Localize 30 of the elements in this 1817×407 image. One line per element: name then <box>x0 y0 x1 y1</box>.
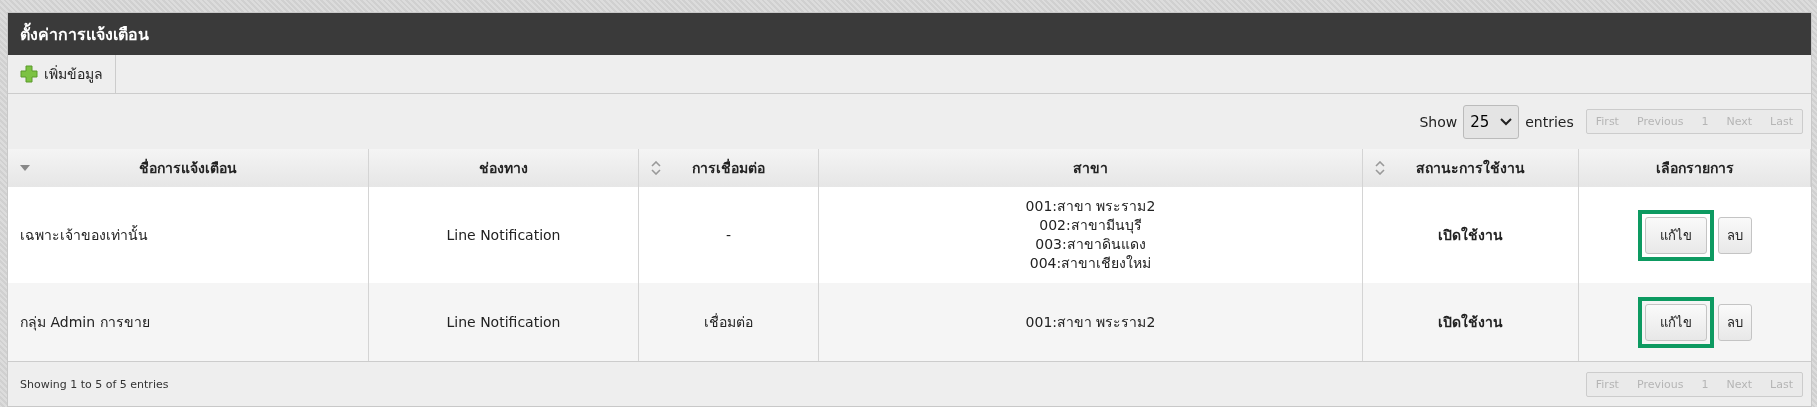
plus-icon <box>20 65 38 83</box>
show-label: Show <box>1419 113 1458 130</box>
delete-button[interactable]: ลบ <box>1718 303 1752 341</box>
table-cell: เชื่อมต่อ <box>639 283 819 361</box>
column-header[interactable]: เลือกรายการ <box>1579 149 1811 187</box>
branch-text: 002:สาขามีนบุรี <box>1039 216 1142 235</box>
entries-label: entries <box>1525 113 1574 130</box>
add-button[interactable]: เพิ่มข้อมูล <box>8 55 116 93</box>
table-cell: กลุ่ม Admin การขาย <box>8 283 369 361</box>
edit-button[interactable]: แก้ไข <box>1645 216 1707 254</box>
column-header[interactable]: การเชื่อมต่อ <box>639 149 819 187</box>
entries-info: Showing 1 to 5 of 5 entries <box>20 377 169 391</box>
table-cell: Line Notification <box>369 283 639 361</box>
branch-text: 001:สาขา พระราม2 <box>1025 312 1156 332</box>
panel-title: ตั้งค่าการแจ้งเตือน <box>20 21 149 46</box>
branch-text: 003:สาขาดินแดง <box>1035 235 1146 254</box>
sort-icon <box>651 161 661 175</box>
chevron-icon <box>1500 117 1513 126</box>
page-size-select[interactable]: 25 <box>1463 104 1520 139</box>
branch-text: 001:สาขา พระราม2 <box>1025 197 1156 216</box>
sort-icon <box>1375 161 1385 175</box>
branch-text: 004:สาขาเชียงใหม่ <box>1029 254 1152 273</box>
column-header[interactable]: สาขา <box>819 149 1363 187</box>
table-cell: เปิดใช้งาน <box>1363 283 1579 361</box>
column-header[interactable]: สถานะการใช้งาน <box>1363 149 1579 187</box>
edit-button[interactable]: แก้ไข <box>1645 303 1707 341</box>
delete-button[interactable]: ลบ <box>1718 216 1752 254</box>
column-header[interactable]: ชื่อการแจ้งเตือน <box>8 149 369 187</box>
sort-desc-icon <box>20 165 30 171</box>
column-header[interactable]: ช่องทาง <box>369 149 639 187</box>
